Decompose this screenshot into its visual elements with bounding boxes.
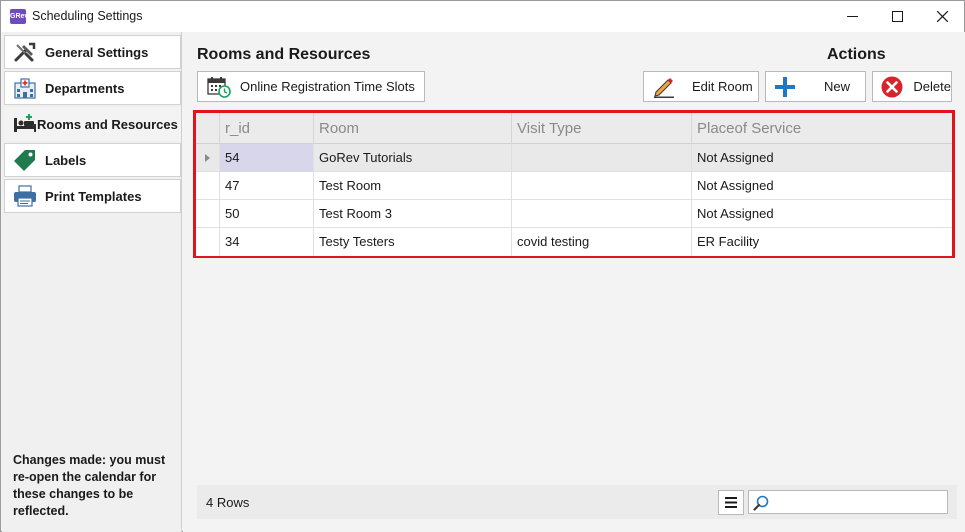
column-header-visit-type[interactable]: Visit Type (512, 113, 692, 144)
pencil-icon (651, 76, 677, 98)
cell-r-id[interactable]: 47 (220, 172, 314, 200)
cell-room[interactable]: Testy Testers (314, 228, 512, 256)
row-indicator (196, 144, 220, 172)
scheduling-settings-window: GRev Scheduling Settings General Setting… (0, 0, 965, 532)
cell-r-id[interactable]: 50 (220, 200, 314, 228)
app-icon: GRev (10, 9, 28, 24)
column-header-place-of-service[interactable]: Placeof Service (692, 113, 952, 144)
column-header-room[interactable]: Room (314, 113, 512, 144)
cell-r-id[interactable]: 34 (220, 228, 314, 256)
cell-visit-type[interactable] (512, 172, 692, 200)
button-label: New (824, 79, 851, 94)
grid-header: r_id Room Visit Type Placeof Service (196, 113, 952, 144)
button-label: Delete (913, 79, 951, 94)
nav-item-departments[interactable]: Departments (4, 71, 181, 105)
nav-item-general-settings[interactable]: General Settings (4, 35, 181, 69)
window-title: Scheduling Settings (32, 9, 143, 23)
main-panel: Rooms and Resources Actions Online Regis… (183, 32, 965, 532)
grid-footer: 4 Rows (197, 485, 957, 519)
cell-place-of-service[interactable]: Not Assigned (692, 144, 952, 172)
nav-label: Rooms and Resources (37, 116, 178, 132)
maximize-button[interactable] (874, 1, 920, 32)
building-icon (12, 76, 38, 100)
new-room-button[interactable]: New (765, 71, 866, 102)
search-icon (751, 493, 771, 513)
search-input[interactable] (773, 493, 945, 511)
hamburger-menu-icon (725, 497, 737, 508)
grid-menu-button[interactable] (718, 490, 744, 515)
rooms-grid-highlight: r_id Room Visit Type Placeof Service 54 … (193, 110, 955, 258)
row-count: 4 Rows (206, 495, 250, 510)
nav-label: Print Templates (45, 188, 142, 204)
row-indicator (196, 228, 220, 256)
online-registration-time-slots-button[interactable]: Online Registration Time Slots (197, 71, 425, 102)
calendar-clock-icon (206, 76, 232, 98)
tag-icon (12, 148, 38, 172)
cell-room[interactable]: Test Room 3 (314, 200, 512, 228)
table-row[interactable]: 50 Test Room 3 Not Assigned (196, 200, 952, 228)
column-header-r-id[interactable]: r_id (220, 113, 314, 144)
cell-visit-type[interactable]: covid testing (512, 228, 692, 256)
row-indicator-header (196, 113, 220, 144)
nav-item-print-templates[interactable]: Print Templates (4, 179, 181, 213)
nav-label: Labels (45, 152, 87, 168)
nav-label: General Settings (45, 44, 149, 60)
button-label: Online Registration Time Slots (240, 79, 415, 94)
row-indicator (196, 172, 220, 200)
search-box (748, 490, 948, 514)
table-row[interactable]: 34 Testy Testers covid testing ER Facili… (196, 228, 952, 256)
actions-title: Actions (827, 46, 886, 63)
nav-item-labels[interactable]: Labels (4, 143, 181, 177)
cell-visit-type[interactable] (512, 144, 692, 172)
current-row-arrow-icon (204, 154, 210, 162)
plus-icon (772, 76, 798, 98)
row-indicator (196, 200, 220, 228)
nav-item-rooms-and-resources[interactable]: Rooms and Resources (4, 107, 181, 141)
cell-place-of-service[interactable]: Not Assigned (692, 200, 952, 228)
button-label: Edit Room (692, 79, 753, 94)
table-row[interactable]: 54 GoRev Tutorials Not Assigned (196, 144, 952, 172)
cell-visit-type[interactable] (512, 200, 692, 228)
cell-place-of-service[interactable]: Not Assigned (692, 172, 952, 200)
section-title: Rooms and Resources (197, 46, 371, 63)
delete-room-button[interactable]: Delete (872, 71, 952, 102)
title-bar: GRev Scheduling Settings (1, 1, 964, 32)
delete-x-icon (879, 76, 904, 98)
cell-r-id[interactable]: 54 (220, 144, 314, 172)
nav-label: Departments (45, 80, 125, 96)
table-row[interactable]: 47 Test Room Not Assigned (196, 172, 952, 200)
close-button[interactable] (919, 1, 965, 32)
printer-icon (12, 184, 38, 208)
minimize-button[interactable] (829, 1, 875, 32)
changes-note: Changes made: you must re-open the calen… (13, 453, 166, 518)
settings-nav: General Settings Departments Rooms and R… (2, 32, 182, 532)
close-icon (936, 11, 948, 22)
minimize-icon (846, 16, 858, 17)
cell-place-of-service[interactable]: ER Facility (692, 228, 952, 256)
cell-room[interactable]: GoRev Tutorials (314, 144, 512, 172)
bed-icon (12, 112, 38, 136)
tools-icon (12, 40, 38, 64)
edit-room-button[interactable]: Edit Room (643, 71, 759, 102)
cell-room[interactable]: Test Room (314, 172, 512, 200)
maximize-icon (891, 11, 903, 22)
